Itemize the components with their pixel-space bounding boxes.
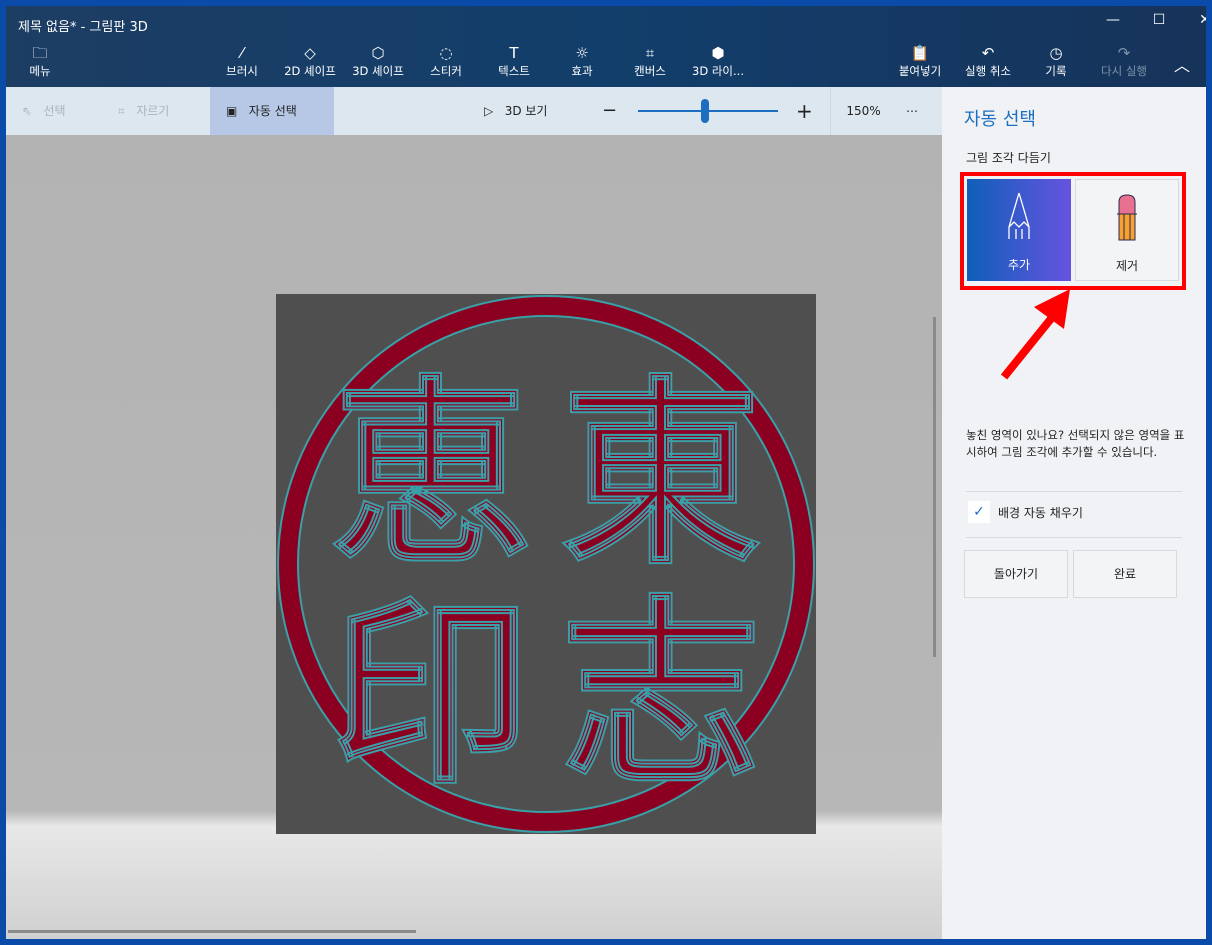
- magic-select-button[interactable]: ▣ 자동 선택: [210, 87, 334, 135]
- select-button[interactable]: ⇖ 선택: [22, 87, 66, 135]
- brush-tool[interactable]: ⁄ 브러시: [226, 44, 258, 79]
- divider: [966, 491, 1182, 492]
- cursor-icon: ⇖: [22, 104, 33, 118]
- canvas-scrollbar-horizontal[interactable]: [8, 930, 416, 933]
- remove-label: 제거: [1115, 259, 1139, 273]
- 2d-shape-tool[interactable]: ◇ 2D 셰이프: [284, 44, 336, 79]
- undo-button[interactable]: ↶ 실행 취소: [965, 44, 1011, 79]
- hint-text: 놓친 영역이 있나요? 선택되지 않은 영역을 표시하여 그림 조각에 추가할 …: [966, 428, 1185, 459]
- panel-title: 자동 선택: [964, 109, 1036, 130]
- maximize-button[interactable]: ☐: [1136, 12, 1182, 34]
- paint3d-window: 제목 없음* - 그림판 3D — ☐ ✕ 🗀 메뉴 ⁄ 브러시 ◇ 2D 셰이프 ⬡…: [6, 6, 1206, 939]
- stamp-image[interactable]: 恵 印 東 志: [276, 294, 816, 834]
- chevron-up-icon: ︿: [1173, 56, 1191, 75]
- brush-icon: ⁄: [240, 44, 244, 62]
- undo-icon: ↶: [981, 44, 995, 62]
- close-button[interactable]: ✕: [1182, 12, 1206, 34]
- zoom-slider[interactable]: [638, 99, 778, 123]
- 3d-library-tool[interactable]: ⬢ 3D 라이...: [692, 44, 744, 79]
- history-icon: ◷: [1049, 44, 1063, 62]
- history-button[interactable]: ◷ 기록: [1045, 44, 1066, 79]
- effects-icon: ☼: [575, 44, 589, 62]
- canvas-scrollbar-vertical[interactable]: [933, 317, 936, 657]
- autofill-checkbox[interactable]: ✓ 배경 자동 채우기: [966, 499, 1206, 525]
- remove-button[interactable]: 제거: [1075, 179, 1179, 281]
- collapse-toolbar-button[interactable]: ︿: [1174, 52, 1190, 76]
- canvas-area[interactable]: 恵 印 東 志: [6, 135, 942, 939]
- text-tool[interactable]: T 텍스트: [498, 44, 530, 79]
- menu-button[interactable]: 🗀 메뉴: [29, 44, 50, 79]
- 3d-view-button[interactable]: ▷ 3D 보기: [484, 87, 547, 135]
- crop-button[interactable]: ⌗ 자르기: [118, 87, 169, 135]
- stamp-char: 志: [561, 577, 761, 812]
- divider: [966, 537, 1182, 538]
- 3d-view-icon: ▷: [484, 104, 494, 118]
- stamp-char: 東: [561, 357, 761, 592]
- checkmark-icon: ✓: [968, 501, 990, 523]
- paste-button[interactable]: 📋 붙여넣기: [899, 44, 941, 79]
- done-button[interactable]: 완료: [1073, 550, 1177, 598]
- zoom-level[interactable]: 150%: [830, 87, 896, 135]
- magic-select-icon: ▣: [226, 104, 238, 118]
- minimize-button[interactable]: —: [1090, 12, 1136, 34]
- paste-icon: 📋: [910, 44, 930, 62]
- folder-icon: 🗀: [32, 44, 48, 62]
- back-button[interactable]: 돌아가기: [964, 550, 1068, 598]
- zoom-out-button[interactable]: −: [602, 87, 617, 135]
- title-toolbar: 제목 없음* - 그림판 3D — ☐ ✕ 🗀 메뉴 ⁄ 브러시 ◇ 2D 셰이프 ⬡…: [6, 6, 1206, 87]
- effects-tool[interactable]: ☼ 효과: [571, 44, 592, 79]
- sticker-icon: ◌: [439, 44, 453, 62]
- stamp-char: 印: [331, 577, 531, 812]
- sticker-tool[interactable]: ◌ 스티커: [430, 44, 462, 79]
- canvas-tool[interactable]: ⌗ 캔버스: [634, 44, 666, 79]
- window-title: 제목 없음* - 그림판 3D: [18, 20, 148, 35]
- add-button[interactable]: 추가: [967, 179, 1071, 281]
- pencil-icon: [1008, 192, 1030, 239]
- autofill-label: 배경 자동 채우기: [998, 506, 1083, 520]
- sub-toolbar: ⇖ 선택 ⌗ 자르기 ▣ 자동 선택 ▷ 3D 보기 − + 150% ⋯: [6, 87, 942, 135]
- eraser-icon: [1117, 194, 1137, 241]
- more-options-button[interactable]: ⋯: [906, 87, 918, 135]
- 3d-library-icon: ⬢: [711, 44, 725, 62]
- redo-button[interactable]: ↷ 다시 실행: [1101, 44, 1147, 79]
- zoom-in-button[interactable]: +: [796, 87, 813, 135]
- 2d-shape-icon: ◇: [304, 44, 316, 62]
- canvas-icon: ⌗: [645, 44, 655, 62]
- refine-label: 그림 조각 다듬기: [966, 151, 1051, 165]
- stamp-char: 恵: [331, 357, 531, 592]
- 3d-shape-tool[interactable]: ⬡ 3D 셰이프: [352, 44, 404, 79]
- annotation-arrow: [1000, 289, 1070, 380]
- zoom-slider-thumb[interactable]: [701, 99, 710, 123]
- magic-select-panel: 자동 선택 그림 조각 다듬기 추가 제거 놓친 영역이 있나요? 선택되지 않…: [942, 87, 1206, 939]
- add-label: 추가: [1007, 258, 1031, 272]
- crop-icon: ⌗: [118, 104, 125, 118]
- text-icon: T: [509, 44, 519, 62]
- redo-icon: ↷: [1117, 44, 1131, 62]
- 3d-shape-icon: ⬡: [371, 44, 385, 62]
